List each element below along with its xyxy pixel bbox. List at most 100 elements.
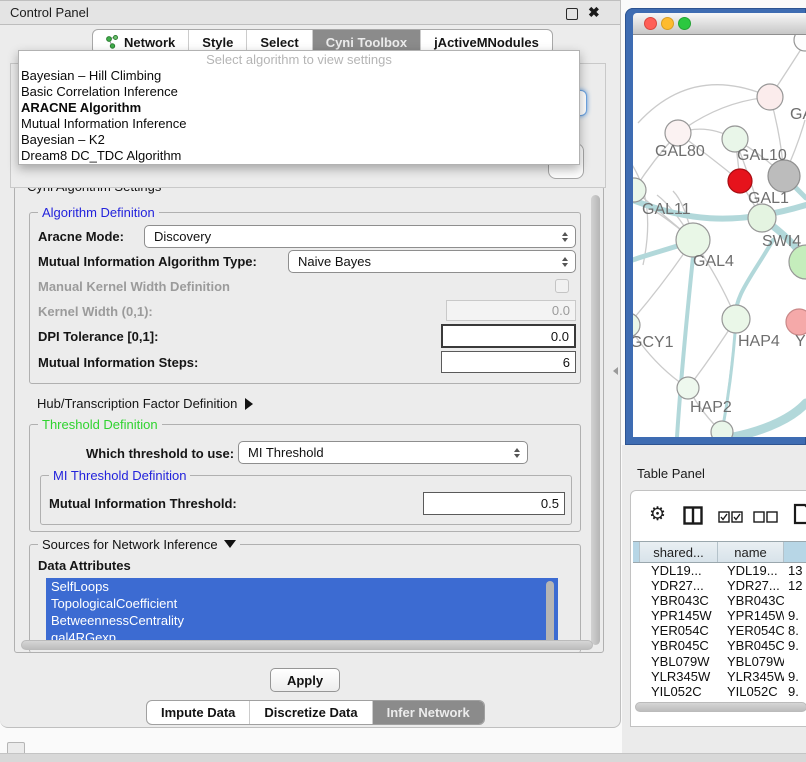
dropdown-item[interactable]: Mutual Information Inference	[19, 116, 579, 132]
dropdown-item-selected[interactable]: ARACNE Algorithm	[19, 100, 579, 116]
node-label: GAL	[790, 106, 806, 123]
node-gal4[interactable]	[676, 223, 710, 257]
aracne-mode-combobox[interactable]: Discovery	[144, 225, 576, 248]
close-icon[interactable]: ✖	[588, 4, 600, 21]
cell-name: YDL19...	[718, 563, 784, 578]
dropdown-item[interactable]: Basic Correlation Inference	[19, 84, 579, 100]
control-panel-titlebar: Control Panel ✖	[0, 1, 620, 25]
network-canvas[interactable]: GAL GAL80 GAL10 GAL1 GAL11 SWI4 GAL4 GCY…	[633, 35, 806, 437]
table-panel-card: ⚙ shared... name YDL19...YDL19...13 YDR2…	[630, 490, 806, 727]
node-hap4[interactable]	[722, 305, 750, 333]
hub-definition-toggle[interactable]: Hub/Transcription Factor Definition	[37, 395, 253, 413]
column-header-shared-name[interactable]: shared...	[640, 542, 718, 562]
node-pink[interactable]	[786, 309, 806, 335]
gear-icon: ⚙	[649, 504, 666, 525]
new-table-button[interactable]	[793, 503, 806, 530]
list-item[interactable]: TopologicalCoefficient	[46, 595, 558, 612]
node-hap2[interactable]	[677, 377, 699, 399]
table-row[interactable]: YDR27...YDR27...12	[633, 578, 806, 593]
combo-value: Discovery	[154, 229, 211, 244]
control-panel-window: Control Panel ✖ Network Style Select Cyn…	[0, 0, 621, 728]
kernel-width-input: 0.0	[446, 300, 576, 321]
table-row[interactable]: YIL052CYIL052C9.	[633, 684, 806, 699]
dpi-tolerance-input[interactable]: 0.0	[441, 324, 576, 348]
row-header-column[interactable]	[633, 542, 640, 562]
table-row[interactable]: YBL079WYBL079W	[633, 654, 806, 669]
list-vertical-scrollbar[interactable]	[546, 581, 554, 644]
table-row[interactable]: YLR345WYLR345W9.	[633, 669, 806, 684]
data-attributes-list[interactable]: SelfLoops TopologicalCoefficient Between…	[46, 578, 558, 647]
dropdown-item[interactable]: Bayesian – Hill Climbing	[19, 68, 579, 84]
combo-value: MI Threshold	[248, 445, 324, 460]
which-threshold-combobox[interactable]: MI Threshold	[238, 441, 528, 464]
cell-shared-name: YBR045C	[642, 638, 718, 653]
table-row[interactable]: YBR043CYBR043C	[633, 593, 806, 608]
settings-gear-button[interactable]: ⚙	[649, 505, 666, 525]
minimize-traffic-light[interactable]	[661, 17, 674, 30]
column-selector-button[interactable]	[683, 506, 703, 530]
tab-label: Impute Data	[161, 705, 235, 720]
cell-name: YPR145W	[718, 608, 784, 623]
sources-title: Sources for Network Inference	[42, 537, 218, 552]
table-row[interactable]: YDL19...YDL19...13	[633, 563, 806, 578]
tab-label: Infer Network	[387, 705, 470, 720]
column-header-name[interactable]: name	[718, 542, 784, 562]
cell-shared-name: YDL19...	[642, 563, 718, 578]
node-gal1[interactable]	[748, 204, 776, 232]
kernel-width-label: Kernel Width (0,1):	[38, 304, 153, 319]
table-panel-title: Table Panel	[637, 466, 705, 481]
sources-toggle[interactable]: Sources for Network Inference	[38, 537, 240, 552]
tab-impute-data[interactable]: Impute Data	[147, 701, 250, 724]
cell-shared-name: YER054C	[642, 623, 718, 638]
node-gray[interactable]	[768, 160, 800, 192]
settings-horizontal-scrollbar[interactable]	[21, 640, 593, 650]
table-row[interactable]: YBR045CYBR045C9.	[633, 638, 806, 653]
deselect-all-columns-button[interactable]	[753, 510, 778, 528]
tab-discretize-data[interactable]: Discretize Data	[250, 701, 372, 724]
tab-infer-network[interactable]: Infer Network	[373, 701, 484, 724]
table-row[interactable]: YPR145WYPR145W9.	[633, 608, 806, 623]
cell-value: 9.	[784, 669, 806, 684]
mi-algorithm-type-combobox[interactable]: Naive Bayes	[288, 250, 576, 273]
table-row[interactable]: YER054CYER054C8.	[633, 623, 806, 638]
table-body: YDL19...YDL19...13 YDR27...YDR27...12 YB…	[633, 563, 806, 700]
group-title: Algorithm Definition	[38, 205, 159, 220]
splitter-handle[interactable]	[613, 367, 618, 375]
apply-label: Apply	[287, 673, 323, 688]
dropdown-item[interactable]: Bayesian – K2	[19, 132, 579, 148]
node-swi4[interactable]	[789, 245, 806, 279]
tab-label: Discretize Data	[264, 705, 357, 720]
mi-steps-input[interactable]: 6	[441, 351, 576, 373]
cell-name: YBR043C	[718, 593, 784, 608]
mi-threshold-label: Mutual Information Threshold:	[49, 496, 237, 511]
table-horizontal-scrollbar[interactable]	[635, 702, 806, 712]
node-label: GAL4	[693, 253, 734, 270]
apply-button[interactable]: Apply	[270, 668, 340, 692]
unchecked-boxes-icon	[753, 511, 778, 523]
node-table: shared... name YDL19...YDL19...13 YDR27.…	[633, 541, 806, 700]
manual-kernel-width-checkbox[interactable]	[555, 279, 569, 293]
list-item[interactable]: SelfLoops	[46, 578, 558, 595]
threshold-definition-group: Threshold Definition Which threshold to …	[29, 424, 581, 532]
zoom-traffic-light[interactable]	[678, 17, 691, 30]
expanded-arrow-icon	[224, 540, 236, 548]
mi-threshold-input[interactable]: 0.5	[423, 492, 565, 515]
node-unlabeled[interactable]	[794, 35, 806, 51]
settings-vertical-scrollbar[interactable]	[591, 195, 600, 645]
cell-shared-name: YDR27...	[642, 578, 718, 593]
column-header-partial[interactable]	[784, 542, 806, 562]
cell-shared-name: YBR043C	[642, 593, 718, 608]
select-all-columns-button[interactable]	[718, 510, 743, 528]
spinner-arrows-icon	[562, 232, 568, 242]
float-window-icon[interactable]	[566, 8, 578, 20]
cell-shared-name: YLR345W	[642, 669, 718, 684]
list-item[interactable]: BetweennessCentrality	[46, 612, 558, 629]
close-traffic-light[interactable]	[644, 17, 657, 30]
mi-algorithm-type-label: Mutual Information Algorithm Type:	[38, 254, 257, 269]
network-icon	[106, 35, 119, 49]
cell-value: 9.	[784, 638, 806, 653]
node-gal-partial[interactable]	[757, 84, 783, 110]
cell-value: 9.	[784, 684, 806, 699]
dropdown-item[interactable]: Dream8 DC_TDC Algorithm	[19, 148, 579, 164]
node-bottom-partial[interactable]	[711, 421, 733, 437]
